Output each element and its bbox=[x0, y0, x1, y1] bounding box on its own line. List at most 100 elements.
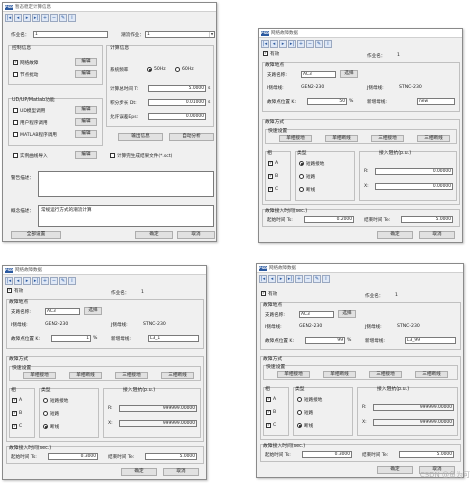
edit-icon[interactable]: ✎ bbox=[59, 277, 67, 285]
last-icon[interactable]: ▸| bbox=[286, 275, 294, 283]
delete-icon[interactable]: − bbox=[50, 14, 58, 22]
sim-job-select[interactable]: 1 ▼ bbox=[145, 31, 215, 38]
first-icon[interactable]: |◂ bbox=[5, 14, 13, 22]
select-button[interactable]: 选择 bbox=[340, 70, 358, 78]
last-icon[interactable]: ▸| bbox=[288, 40, 296, 48]
select-button[interactable]: 选择 bbox=[338, 310, 356, 318]
step-input[interactable]: 0.01000 bbox=[148, 99, 206, 106]
type-ground-radio[interactable] bbox=[299, 161, 304, 166]
three-ground-button[interactable]: 三相接地 bbox=[115, 372, 148, 379]
last-icon[interactable]: ▸| bbox=[32, 14, 40, 22]
phase-c-checkbox[interactable]: ✓ bbox=[268, 187, 273, 192]
type-short-radio[interactable] bbox=[43, 411, 48, 416]
fault-edit-button[interactable]: 编辑 bbox=[75, 58, 97, 66]
ok-button[interactable]: 确定 bbox=[377, 466, 413, 474]
start-input[interactable]: 0.3000 bbox=[302, 451, 352, 458]
phase-c-checkbox[interactable]: ✓ bbox=[266, 423, 271, 428]
three-break-button[interactable]: 三相断线 bbox=[417, 135, 450, 142]
single-ground-button[interactable]: 单相接地 bbox=[277, 371, 310, 378]
err-input[interactable]: 0.00000 bbox=[148, 113, 206, 120]
cancel-button[interactable]: 取消 bbox=[419, 231, 455, 239]
type-break-radio[interactable] bbox=[43, 424, 48, 429]
type-ground-radio[interactable] bbox=[297, 397, 302, 402]
start-input[interactable]: 0.2000 bbox=[304, 216, 354, 223]
prev-icon[interactable]: ◂ bbox=[14, 277, 22, 285]
matlab-checkbox[interactable] bbox=[13, 132, 18, 137]
prev-icon[interactable]: ◂ bbox=[270, 40, 278, 48]
select-button[interactable]: 选择 bbox=[84, 307, 102, 315]
next-icon[interactable]: ▸ bbox=[279, 40, 287, 48]
end-input[interactable]: 5.0000 bbox=[401, 216, 453, 223]
new-bus-input[interactable]: L3_99 bbox=[405, 337, 456, 344]
type-break-radio[interactable] bbox=[299, 187, 304, 192]
first-icon[interactable]: |◂ bbox=[261, 40, 269, 48]
first-icon[interactable]: |◂ bbox=[259, 275, 267, 283]
realtime-checkbox[interactable] bbox=[13, 153, 18, 158]
next-icon[interactable]: ▸ bbox=[277, 275, 285, 283]
single-ground-button[interactable]: 单相接地 bbox=[23, 372, 56, 379]
branch-input[interactable]: AC3 bbox=[299, 311, 334, 318]
delete-icon[interactable]: − bbox=[306, 40, 314, 48]
r-input[interactable]: 0.00000 bbox=[375, 168, 453, 175]
fault-checkbox[interactable]: ✓ bbox=[13, 60, 18, 65]
prev-icon[interactable]: ◂ bbox=[14, 14, 22, 22]
freq-50-radio[interactable] bbox=[147, 67, 152, 72]
start-input[interactable]: 0.3000 bbox=[48, 453, 98, 460]
total-time-input[interactable]: 5.0000 bbox=[148, 85, 206, 92]
phase-b-checkbox[interactable]: ✓ bbox=[268, 174, 273, 179]
edit-icon[interactable]: ✎ bbox=[315, 40, 323, 48]
gen-result-checkbox[interactable] bbox=[110, 153, 115, 158]
edit-icon[interactable]: ✎ bbox=[313, 275, 321, 283]
cancel-button[interactable]: 取消 bbox=[163, 468, 199, 476]
next-icon[interactable]: ▸ bbox=[23, 14, 31, 22]
info-icon[interactable]: i bbox=[324, 40, 332, 48]
auto-analysis-button[interactable]: 自动分析 bbox=[169, 133, 214, 141]
delete-icon[interactable]: − bbox=[50, 277, 58, 285]
r-input[interactable]: 999999.00000 bbox=[373, 404, 454, 411]
valid-checkbox[interactable]: ✓ bbox=[261, 291, 266, 296]
node-edit-button[interactable]: 编辑 bbox=[75, 70, 97, 78]
realtime-edit-button[interactable]: 编辑 bbox=[75, 151, 97, 159]
single-break-button[interactable]: 单相断线 bbox=[323, 371, 356, 378]
branch-input[interactable]: AC3 bbox=[45, 308, 80, 315]
new-bus-input[interactable]: new bbox=[417, 98, 455, 105]
x-input[interactable]: 999999.00000 bbox=[373, 419, 454, 426]
type-ground-radio[interactable] bbox=[43, 398, 48, 403]
add-icon[interactable]: + bbox=[297, 40, 305, 48]
up-checkbox[interactable] bbox=[13, 120, 18, 125]
last-icon[interactable]: ▸| bbox=[32, 277, 40, 285]
valid-checkbox[interactable]: ✓ bbox=[7, 288, 12, 293]
node-checkbox[interactable] bbox=[13, 72, 18, 77]
new-bus-input[interactable]: L3_1 bbox=[148, 335, 199, 342]
pos-input[interactable]: 1 bbox=[51, 335, 91, 342]
all-settings-button[interactable]: 全部设置 bbox=[11, 231, 61, 239]
three-ground-button[interactable]: 三相接地 bbox=[371, 135, 404, 142]
x-input[interactable]: 0.00000 bbox=[375, 183, 453, 190]
type-short-radio[interactable] bbox=[299, 174, 304, 179]
type-break-radio[interactable] bbox=[297, 423, 302, 428]
single-break-button[interactable]: 单相断线 bbox=[325, 135, 358, 142]
phase-c-checkbox[interactable]: ✓ bbox=[12, 424, 17, 429]
up-edit-button[interactable]: 编辑 bbox=[75, 118, 97, 126]
add-icon[interactable]: + bbox=[41, 277, 49, 285]
output-info-button[interactable]: 输出信息 bbox=[118, 133, 163, 141]
single-ground-button[interactable]: 单相接地 bbox=[279, 135, 312, 142]
end-input[interactable]: 5.0000 bbox=[145, 453, 197, 460]
ud-edit-button[interactable]: 编辑 bbox=[75, 106, 97, 114]
desc-textarea[interactable]: 常规运行方式的潮流计算 bbox=[38, 205, 214, 227]
phase-a-checkbox[interactable]: ✓ bbox=[266, 397, 271, 402]
prev-icon[interactable]: ◂ bbox=[268, 275, 276, 283]
cancel-button[interactable]: 取消 bbox=[177, 231, 215, 239]
phase-a-checkbox[interactable]: ✓ bbox=[12, 398, 17, 403]
single-break-button[interactable]: 单相断线 bbox=[69, 372, 102, 379]
info-icon[interactable]: i bbox=[322, 275, 330, 283]
phase-b-checkbox[interactable]: ✓ bbox=[266, 410, 271, 415]
r-input[interactable]: 999999.00000 bbox=[119, 405, 197, 412]
add-icon[interactable]: + bbox=[41, 14, 49, 22]
job-name-input[interactable]: 1 bbox=[33, 31, 108, 38]
matlab-edit-button[interactable]: 编辑 bbox=[75, 130, 97, 138]
next-icon[interactable]: ▸ bbox=[23, 277, 31, 285]
phase-b-checkbox[interactable]: ✓ bbox=[12, 411, 17, 416]
edit-icon[interactable]: ✎ bbox=[59, 14, 67, 22]
freq-60-radio[interactable] bbox=[175, 67, 180, 72]
